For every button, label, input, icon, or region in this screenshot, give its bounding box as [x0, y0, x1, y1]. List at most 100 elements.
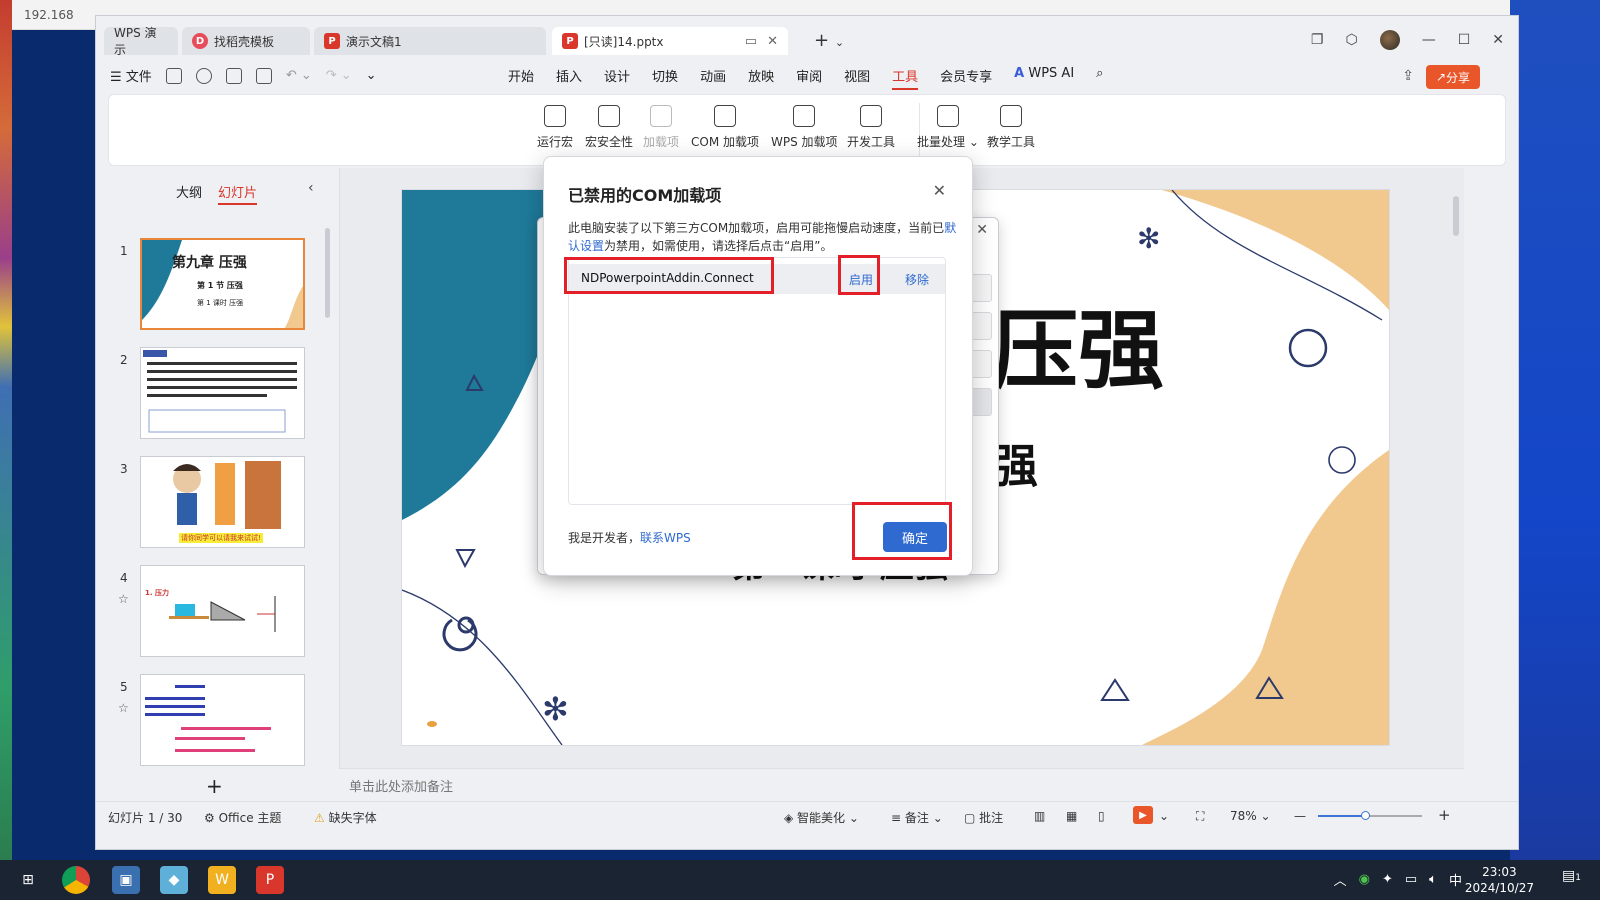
- menu-review[interactable]: 审阅: [796, 66, 822, 90]
- teaching-tools-button[interactable]: 教学工具: [987, 105, 1035, 150]
- windows-start-icon[interactable]: ⊞: [14, 866, 42, 894]
- zoom-knob[interactable]: [1360, 811, 1370, 820]
- dialog-title: 已禁用的COM加载项: [568, 186, 722, 205]
- tab-outline[interactable]: 大纲: [176, 182, 202, 205]
- collapse-panel-icon[interactable]: ‹: [308, 180, 314, 196]
- menu-insert[interactable]: 插入: [556, 66, 582, 90]
- wps-addins-button[interactable]: WPS 加载项: [771, 105, 838, 150]
- print-icon[interactable]: [225, 67, 242, 84]
- canvas-scrollbar[interactable]: [1451, 176, 1461, 776]
- reading-view-icon[interactable]: ▯: [1098, 809, 1105, 823]
- menu-design[interactable]: 设计: [604, 66, 630, 90]
- monitor-icon[interactable]: ▭: [745, 34, 757, 49]
- share-label: 分享: [1446, 70, 1471, 85]
- tab-docer-templates[interactable]: D 找稻壳模板: [182, 27, 310, 55]
- undo-icon[interactable]: ↶ ⌄: [286, 68, 312, 83]
- window-layout-icon[interactable]: ❐: [1311, 32, 1324, 48]
- remove-button[interactable]: 移除: [905, 271, 929, 288]
- clock[interactable]: 23:03 2024/10/27: [1465, 864, 1534, 896]
- com-addins-button[interactable]: COM 加载项: [691, 105, 759, 150]
- new-tab-icon[interactable]: + ⌄: [814, 30, 844, 51]
- close-icon[interactable]: ✕: [976, 222, 988, 238]
- menu-slideshow[interactable]: 放映: [748, 66, 774, 90]
- minimize-icon[interactable]: —: [1422, 32, 1436, 48]
- macro-security-button[interactable]: 宏安全性: [585, 105, 633, 150]
- wps-ai-icon: A: [1014, 66, 1025, 81]
- close-icon[interactable]: ✕: [933, 181, 946, 200]
- smart-beautify-button[interactable]: ◈ 智能美化 ⌄: [784, 809, 859, 826]
- search-icon[interactable]: ⌕: [1096, 66, 1103, 90]
- batch-processing-button[interactable]: 批量处理 ⌄: [917, 105, 979, 150]
- wps-window: WPS 演示 D 找稻壳模板 P 演示文稿1 P [只读]14.pptx ▭ ✕…: [95, 15, 1519, 850]
- add-slide-icon[interactable]: +: [206, 774, 223, 798]
- wps-office-icon[interactable]: W: [208, 866, 236, 894]
- file-menu[interactable]: ☰ 文件: [110, 66, 152, 85]
- developer-tools-button[interactable]: 开发工具: [847, 105, 895, 150]
- fit-window-icon[interactable]: ⛶: [1196, 809, 1204, 824]
- theme-button[interactable]: ⚙ Office 主题: [204, 809, 281, 826]
- save-icon[interactable]: [165, 67, 182, 84]
- redo-icon[interactable]: ↷ ⌄: [326, 68, 352, 83]
- slide-thumb-4[interactable]: 1. 压力: [140, 565, 305, 657]
- ime-indicator[interactable]: 中: [1449, 870, 1462, 889]
- menu-tools[interactable]: 工具: [892, 66, 919, 90]
- close-window-icon[interactable]: ✕: [1492, 32, 1504, 48]
- zoom-slider[interactable]: [1318, 811, 1422, 820]
- tab-slides[interactable]: 幻灯片: [218, 182, 258, 205]
- cube-icon: [650, 105, 672, 127]
- highlight-ok: [852, 502, 952, 560]
- notification-icon[interactable]: ▤1: [1562, 868, 1586, 892]
- contact-wps-link[interactable]: 联系WPS: [640, 531, 691, 545]
- slide-thumb-5[interactable]: [140, 674, 305, 766]
- addins-button[interactable]: 加载项: [643, 105, 679, 150]
- panel-scrollbar[interactable]: [325, 228, 330, 318]
- play-slideshow-icon[interactable]: ▶: [1133, 806, 1153, 824]
- more-chevron-icon[interactable]: ⌄: [366, 68, 377, 83]
- wps-cube-icon: [793, 105, 816, 127]
- notes-area[interactable]: 单击此处添加备注: [339, 768, 1464, 798]
- network-icon[interactable]: ▭: [1405, 872, 1417, 887]
- missing-font-button[interactable]: ⚠ 缺失字体: [314, 809, 377, 826]
- network-computer-icon[interactable]: ▣: [112, 866, 140, 894]
- menu-transition[interactable]: 切换: [652, 66, 678, 90]
- cloud-upload-icon[interactable]: ⇪: [1402, 68, 1414, 84]
- highlight-addin-name: [564, 257, 774, 294]
- sorter-view-icon[interactable]: ▦: [1066, 809, 1077, 823]
- slide-thumb-1[interactable]: 第九章 压强 第 1 节 压强 第 1 课时 压强: [140, 238, 305, 330]
- zoom-out-icon[interactable]: —: [1294, 809, 1306, 823]
- avatar[interactable]: [1379, 30, 1400, 50]
- menu-member[interactable]: 会员专享: [940, 66, 992, 90]
- print-preview-icon[interactable]: [255, 67, 272, 84]
- zoom-in-icon[interactable]: +: [1438, 806, 1451, 824]
- tab-14-pptx[interactable]: P [只读]14.pptx ▭ ✕: [552, 27, 788, 55]
- tab-wps-home[interactable]: WPS 演示: [104, 26, 178, 57]
- chrome-icon[interactable]: [62, 866, 90, 894]
- run-macro-button[interactable]: 运行宏: [537, 105, 573, 150]
- tab-presentation1[interactable]: P 演示文稿1: [314, 27, 546, 55]
- notes-toggle-button[interactable]: ≡ 备注 ⌄: [891, 809, 943, 826]
- box-icon[interactable]: ⬡: [1345, 32, 1357, 48]
- menu-view[interactable]: 视图: [844, 66, 870, 90]
- tray-app-icon[interactable]: ◉: [1359, 872, 1370, 887]
- normal-view-icon[interactable]: ▥: [1034, 809, 1045, 823]
- tab-label: 演示文稿1: [346, 34, 402, 49]
- slide-thumb-2[interactable]: [140, 347, 305, 439]
- maximize-icon[interactable]: ☐: [1458, 32, 1471, 48]
- close-tab-icon[interactable]: ✕: [767, 34, 778, 49]
- clock-date: 2024/10/27: [1464, 881, 1534, 895]
- format-painter-icon[interactable]: [195, 67, 212, 84]
- wps-presentation-icon[interactable]: P: [256, 866, 284, 894]
- app-icon[interactable]: ◆: [160, 866, 188, 894]
- wps-ai-button[interactable]: A WPS AI: [1014, 66, 1074, 90]
- play-options-chevron-icon[interactable]: ⌄: [1159, 809, 1169, 823]
- tray-security-icon[interactable]: ✦: [1382, 872, 1393, 887]
- volume-icon[interactable]: 🔈︎: [1429, 872, 1437, 887]
- comments-button[interactable]: ▢ 批注: [964, 809, 1003, 826]
- menu-start[interactable]: 开始: [508, 66, 534, 90]
- warning-icon: ⚠: [314, 811, 325, 825]
- slide-thumb-3[interactable]: 请你同学可以请我来试试!: [140, 456, 305, 548]
- menu-animation[interactable]: 动画: [700, 66, 726, 90]
- share-button[interactable]: ↗ 分享: [1426, 65, 1480, 89]
- chevron-up-icon[interactable]: ︿: [1334, 870, 1347, 889]
- zoom-percent[interactable]: 78% ⌄: [1230, 809, 1271, 823]
